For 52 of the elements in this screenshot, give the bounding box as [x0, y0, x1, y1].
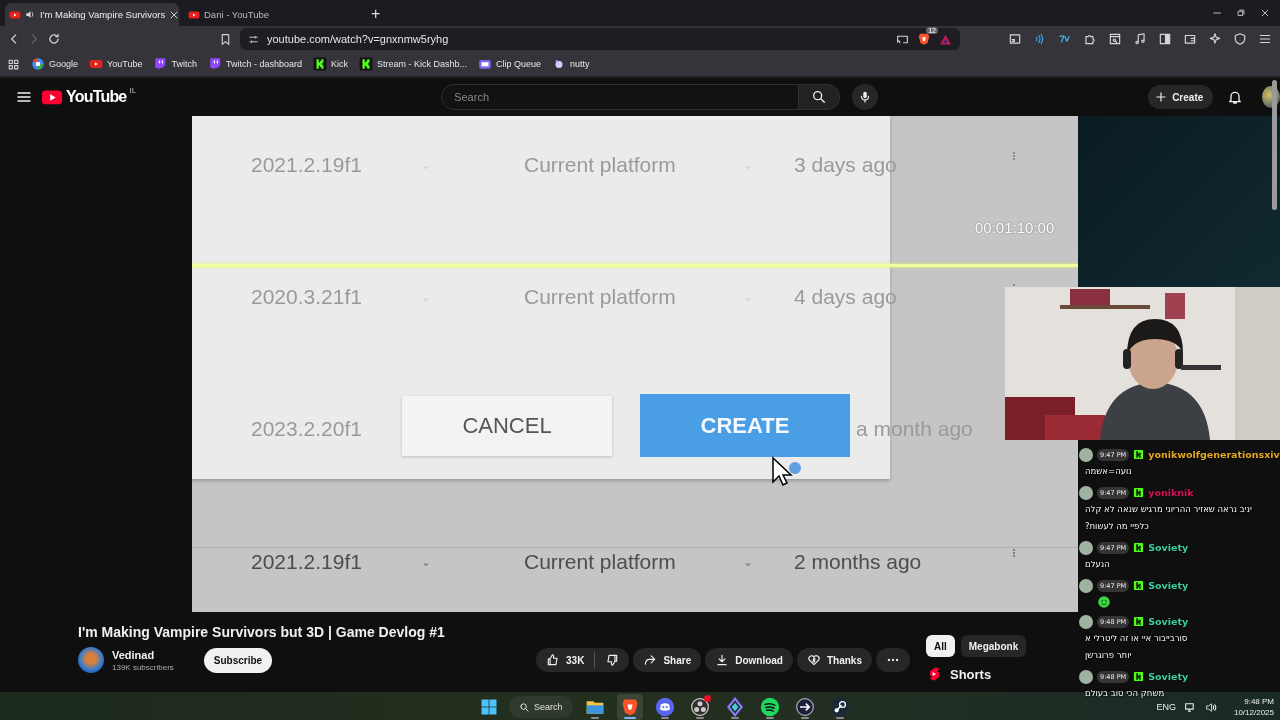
browser-tab[interactable]: Dani - YouTube	[184, 3, 358, 26]
version-label: 2023.2.20f1	[251, 416, 363, 442]
chat-username: Soviety	[1148, 671, 1189, 682]
platform-label: Current platform	[524, 152, 677, 178]
installed-age: 3 days ago	[794, 152, 898, 178]
chat-username: Soviety	[1148, 616, 1189, 627]
installed-age: 4 days ago	[794, 284, 898, 310]
installed-age: 2 months ago	[794, 549, 923, 575]
filter-chip[interactable]: All	[926, 635, 955, 657]
platform-label: Current platform	[524, 549, 677, 575]
subscribe-button[interactable]: Subscribe	[203, 647, 273, 673]
chat-message: נועה=אשמה	[1085, 465, 1132, 478]
bookmark[interactable]: Twitch - dashboard	[207, 57, 302, 71]
shelf-title: Shorts	[950, 666, 992, 682]
video-title: I'm Making Vampire Survivors but 3D | Game Devlog #1	[78, 624, 446, 640]
search-field[interactable]: Search	[441, 84, 800, 110]
bookmark[interactable]: Stream - Kick Dashb...	[359, 57, 467, 71]
platform-label: Current platform	[524, 284, 677, 310]
chat-message: יניב נראה שאזיר ההריוני מרגיש שנאה לא קלה	[1085, 503, 1252, 516]
version-label: 2020.3.21f1	[251, 284, 363, 310]
bookmark[interactable]: Kick	[312, 57, 348, 71]
chat-username: yonikwolfgenerationsxiv	[1148, 449, 1280, 460]
version-label: 2021.2.19f1	[251, 152, 363, 178]
subscriber-count: 139K subscribers	[112, 662, 174, 672]
region-code: IL	[129, 86, 137, 95]
browser-tab[interactable]: I'm Making Vampire Survivors	[5, 3, 179, 26]
download-button[interactable]: Download	[705, 648, 793, 672]
share-button[interactable]: Share	[633, 648, 702, 672]
chat-message: יותר פרוגרשן	[1085, 649, 1132, 662]
chat-username: Soviety	[1148, 580, 1189, 591]
cancel-button[interactable]: CANCEL	[402, 396, 612, 456]
youtube-logo-text[interactable]: YouTube	[66, 88, 127, 106]
bookmark[interactable]: YouTube	[89, 57, 143, 71]
new-tab-button[interactable]: +	[363, 5, 389, 23]
thanks-button[interactable]: Thanks	[797, 648, 872, 672]
chat-message: כלפיי מה לעשות?	[1085, 520, 1149, 533]
chat-username: yoniknik	[1148, 487, 1194, 498]
bookmark[interactable]: nutty	[552, 57, 590, 71]
chat-message: הנעלם	[1085, 558, 1110, 571]
create-button[interactable]: Create	[1148, 85, 1214, 109]
bookmark[interactable]: Twitch	[153, 57, 197, 71]
chat-username: Soviety	[1148, 542, 1189, 553]
chat-message: סורבייבור איי או זה ליטרלי א	[1085, 632, 1188, 645]
version-label: 2021.2.19f1	[251, 549, 363, 575]
filter-chip[interactable]: Megabonk	[960, 635, 1027, 657]
bookmark[interactable]: Google	[31, 57, 79, 71]
clock[interactable]: 9:48 PM 10/12/2025	[1233, 696, 1274, 718]
chat-message: משחק הכי טוב בעולם	[1085, 687, 1165, 700]
taskbar-search[interactable]: Search	[509, 696, 573, 718]
bookmark[interactable]: Clip Queue	[478, 57, 542, 71]
input-language[interactable]: ENG	[1156, 702, 1176, 712]
channel-name[interactable]: Vedinad	[112, 648, 174, 661]
